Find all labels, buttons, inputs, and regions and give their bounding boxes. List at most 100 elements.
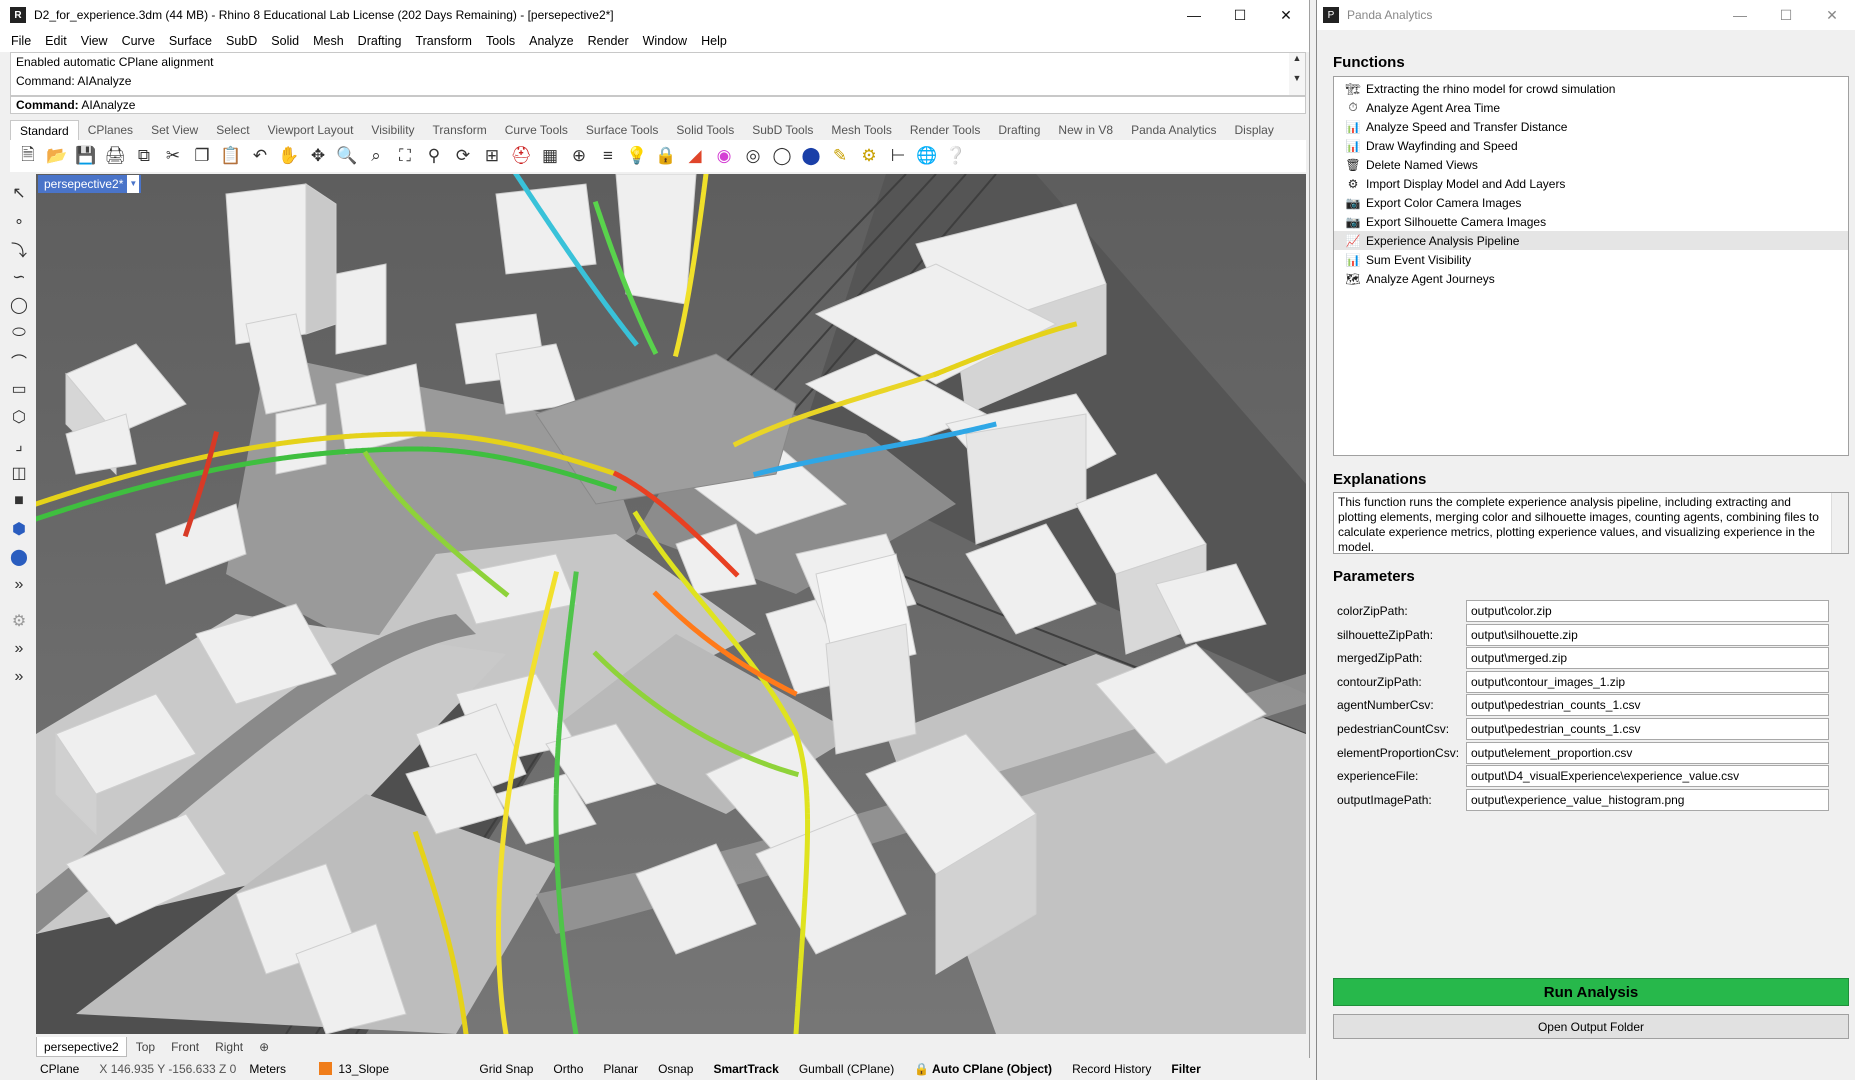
menu-help[interactable]: Help	[694, 34, 734, 48]
circle-icon[interactable]: ◯	[6, 292, 32, 318]
parameter-input[interactable]: output\D4_visualExperience\experience_va…	[1466, 765, 1829, 788]
function-item[interactable]: 📷 Export Color Camera Images	[1334, 193, 1848, 212]
pan-hand-icon[interactable]: ✋	[277, 144, 301, 168]
command-input[interactable]: AIAnalyze	[81, 98, 135, 112]
rectangle-icon[interactable]: ▭	[6, 376, 32, 402]
lock-icon[interactable]: 🔒	[654, 144, 678, 168]
viewport-tab-persepective2[interactable]: persepective2	[36, 1037, 127, 1057]
toolbar-tab-cplanes[interactable]: CPlanes	[79, 120, 142, 140]
menu-analyze[interactable]: Analyze	[522, 34, 580, 48]
parameter-input[interactable]: output\silhouette.zip	[1466, 623, 1829, 646]
panda-maximize-button[interactable]: ☐	[1763, 0, 1809, 30]
gumball-toggle[interactable]: Gumball (CPlane)	[789, 1062, 904, 1076]
menu-solid[interactable]: Solid	[264, 34, 306, 48]
grid-icon[interactable]: ▦	[538, 144, 562, 168]
function-item[interactable]: 📈 Experience Analysis Pipeline	[1334, 231, 1848, 250]
export-icon[interactable]: ⧉	[132, 144, 156, 168]
history-scrollbar[interactable]: ▲ ▼	[1289, 53, 1305, 95]
viewport-tab-top[interactable]: Top	[129, 1037, 162, 1057]
box-icon[interactable]: ⬢	[6, 516, 32, 542]
menu-transform[interactable]: Transform	[408, 34, 479, 48]
zoom-window-icon[interactable]: ⌕	[364, 144, 388, 168]
toolbar-tab-standard[interactable]: Standard	[10, 120, 79, 140]
toolbar-tab-set-view[interactable]: Set View	[142, 120, 207, 140]
render-sphere-icon[interactable]: ⬤	[799, 144, 823, 168]
menu-edit[interactable]: Edit	[38, 34, 74, 48]
smarttrack-toggle[interactable]: SmartTrack	[703, 1062, 788, 1076]
panda-minimize-button[interactable]: —	[1717, 0, 1763, 30]
ellipse-icon[interactable]: ⬭	[6, 320, 32, 346]
open-folder-icon[interactable]: 📂	[45, 144, 69, 168]
polygon-icon[interactable]: ⬡	[6, 404, 32, 430]
boolean-icon[interactable]: ⬤	[6, 544, 32, 570]
viewport-menu-dropdown-icon[interactable]: ▼	[127, 175, 140, 193]
command-prompt[interactable]: Command: AIAnalyze	[10, 96, 1306, 114]
parameter-input[interactable]: output\element_proportion.csv	[1466, 741, 1829, 764]
osnap-toggle[interactable]: Osnap	[648, 1062, 703, 1076]
expand-chevron-icon[interactable]: »	[6, 572, 32, 598]
copy-icon[interactable]: ❐	[190, 144, 214, 168]
fillet-icon[interactable]: ⌟	[6, 432, 32, 458]
select-arrow-icon[interactable]: ↖	[6, 180, 32, 206]
zoom-icon[interactable]: 🔍	[335, 144, 359, 168]
parameter-input[interactable]: output\pedestrian_counts_1.csv	[1466, 718, 1829, 740]
extrude-icon[interactable]: ■	[6, 488, 32, 514]
grid-snap-toggle[interactable]: Grid Snap	[469, 1062, 543, 1076]
dimension-icon[interactable]: ⊢	[886, 144, 910, 168]
ortho-toggle[interactable]: Ortho	[543, 1062, 593, 1076]
panda-close-button[interactable]: ✕	[1809, 0, 1855, 30]
viewport-title-tab[interactable]: persepective2* ▼	[38, 175, 142, 193]
units-status[interactable]: Meters	[239, 1062, 309, 1076]
toolbar-tab-mesh-tools[interactable]: Mesh Tools	[822, 120, 900, 140]
print-icon[interactable]: 🖨	[103, 144, 127, 168]
run-analysis-button[interactable]: Run Analysis	[1333, 978, 1849, 1006]
function-item[interactable]: 📊 Analyze Speed and Transfer Distance	[1334, 117, 1848, 136]
add-viewport-tab-icon[interactable]: ⊕	[252, 1037, 276, 1057]
pencil-icon[interactable]: ✎	[828, 144, 852, 168]
menu-drafting[interactable]: Drafting	[351, 34, 409, 48]
expand-chevron-icon[interactable]: »	[6, 636, 32, 662]
function-item[interactable]: 🗺 Analyze Agent Journeys	[1334, 269, 1848, 288]
four-viewports-icon[interactable]: ⊞	[480, 144, 504, 168]
material-icon[interactable]: ◢	[683, 144, 707, 168]
polyline-icon[interactable]: ⤵	[6, 236, 32, 262]
function-item[interactable]: 📊 Draw Wayfinding and Speed	[1334, 136, 1848, 155]
menu-mesh[interactable]: Mesh	[306, 34, 351, 48]
perspective-viewport[interactable]	[36, 174, 1306, 1034]
toolbar-tab-panda-analytics[interactable]: Panda Analytics	[1122, 120, 1225, 140]
filter-toggle[interactable]: Filter	[1161, 1062, 1200, 1076]
layer-status[interactable]: 13_Slope	[309, 1062, 469, 1076]
cplane-status[interactable]: CPlane	[0, 1062, 89, 1076]
rotate-view-icon[interactable]: ⟳	[451, 144, 475, 168]
explanation-scrollbar[interactable]	[1831, 493, 1848, 553]
menu-tools[interactable]: Tools	[479, 34, 522, 48]
menu-curve[interactable]: Curve	[115, 34, 162, 48]
toolbar-tab-display[interactable]: Display	[1226, 120, 1283, 140]
cplane-icon[interactable]: ⊕	[567, 144, 591, 168]
toolbar-tab-drafting[interactable]: Drafting	[989, 120, 1049, 140]
light-bulb-icon[interactable]: 💡	[625, 144, 649, 168]
curve-icon[interactable]: ∽	[6, 264, 32, 290]
planar-toggle[interactable]: Planar	[593, 1062, 648, 1076]
new-file-icon[interactable]: 🗎	[16, 144, 40, 168]
paste-icon[interactable]: 📋	[219, 144, 243, 168]
function-item[interactable]: ⏱ Analyze Agent Area Time	[1334, 98, 1848, 117]
toolbar-tab-transform[interactable]: Transform	[424, 120, 496, 140]
viewport-tab-right[interactable]: Right	[208, 1037, 250, 1057]
toolbar-tab-visibility[interactable]: Visibility	[362, 120, 423, 140]
sphere-shaded-icon[interactable]: ◯	[770, 144, 794, 168]
toolbar-tab-select[interactable]: Select	[207, 120, 258, 140]
auto-cplane-toggle[interactable]: 🔒 Auto CPlane (Object)	[904, 1062, 1062, 1076]
function-item[interactable]: 🗑 Delete Named Views	[1334, 155, 1848, 174]
settings-gear-icon[interactable]: ⚙	[6, 608, 32, 634]
toolbar-tab-render-tools[interactable]: Render Tools	[901, 120, 990, 140]
surface-icon[interactable]: ◫	[6, 460, 32, 486]
point-icon[interactable]: ∘	[6, 208, 32, 234]
arc-icon[interactable]: ⌒	[6, 348, 32, 374]
toolbar-tab-solid-tools[interactable]: Solid Tools	[667, 120, 743, 140]
zoom-selected-icon[interactable]: ⚲	[422, 144, 446, 168]
toolbar-tab-surface-tools[interactable]: Surface Tools	[577, 120, 668, 140]
toolbar-tab-new-in-v8[interactable]: New in V8	[1049, 120, 1122, 140]
parameter-input[interactable]: output\experience_value_histogram.png	[1466, 788, 1829, 811]
toolbar-tab-viewport-layout[interactable]: Viewport Layout	[259, 120, 363, 140]
